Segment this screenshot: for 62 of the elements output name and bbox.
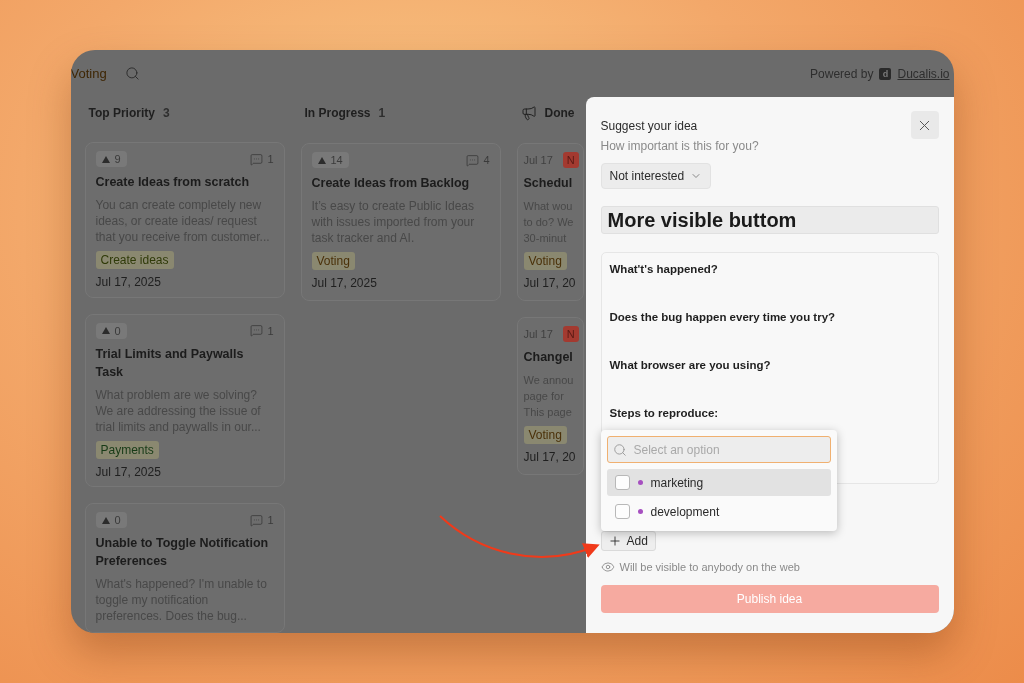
vote-count[interactable]: 14 [311, 152, 349, 168]
plus-icon [607, 534, 622, 548]
column-count: 3 [162, 105, 170, 120]
search-icon [612, 443, 627, 457]
tag-option[interactable]: marketing [606, 469, 831, 496]
search-icon[interactable] [124, 66, 140, 81]
card-tag: Voting [523, 426, 567, 444]
triangle-up-icon [101, 516, 110, 524]
importance-question: How important is this for you? [600, 139, 760, 153]
megaphone-icon [520, 105, 537, 121]
editor-heading: What browser are you using? [609, 358, 772, 373]
editor-heading: What't's happened? [609, 262, 719, 277]
column-title: Top Priority [88, 105, 155, 120]
vote-count[interactable]: 0 [95, 512, 127, 529]
card-date: Jul 17, 20 [523, 276, 577, 290]
title-field[interactable]: More visible buttom [600, 206, 939, 234]
powered-by-text: Powered by [810, 66, 874, 81]
card-title: Unable to Toggle Notification Preferences [95, 535, 270, 571]
editor-heading: Does the bug happen every time you try? [609, 310, 837, 325]
filter-label[interactable]: Voting [70, 66, 107, 81]
card-date: Jul 17, 2025 [95, 464, 162, 479]
vote-count[interactable]: 9 [95, 151, 127, 168]
card-title: Create Ideas from scratch [95, 174, 251, 192]
comment-icon [466, 153, 480, 167]
card-title: Trial Limits and Paywalls Task [95, 345, 245, 381]
card-date: Jul 17, 2025 [311, 276, 378, 290]
vote-count[interactable]: 0 [95, 322, 127, 339]
visibility-note: Will be visible to anybody on the web [619, 561, 800, 573]
card-title: Changel [523, 349, 574, 366]
comment-icon [250, 513, 264, 527]
column-title: In Progress [304, 106, 371, 120]
logo-icon: d [879, 67, 892, 80]
triangle-up-icon [317, 156, 326, 164]
option-search-field[interactable]: Select an option [606, 436, 831, 463]
triangle-up-icon [101, 156, 110, 163]
editor-heading: Steps to reproduce: [609, 406, 720, 421]
tag-option[interactable]: development [606, 498, 831, 525]
card-tag: Payments [95, 440, 159, 459]
comment-icon [250, 324, 264, 338]
importance-dropdown[interactable]: Not interested [600, 163, 712, 189]
publish-button[interactable]: Publish idea [600, 585, 939, 613]
card-title: Schedul [523, 175, 574, 192]
tag-option-label: development [650, 504, 720, 519]
new-badge: N [562, 326, 579, 342]
checkbox[interactable] [614, 475, 630, 490]
column-count: 1 [378, 106, 386, 120]
card-tag: Create ideas [95, 251, 174, 270]
panel-heading: Suggest your idea [600, 119, 698, 133]
card-title: Create Ideas from Backlog [311, 175, 471, 192]
add-tag-button[interactable]: Add [600, 531, 656, 551]
triangle-up-icon [101, 327, 110, 335]
new-badge: N [562, 152, 579, 168]
card-date: Jul 17, 20 [523, 450, 577, 464]
comment-icon [250, 153, 264, 166]
card-date: Jul 17, 2025 [95, 275, 162, 290]
card-tag: Voting [523, 252, 567, 270]
brand-link[interactable]: Ducalis.io [897, 66, 950, 81]
column-title: Done [544, 106, 575, 120]
eye-icon [600, 560, 615, 574]
card-tag: Voting [311, 252, 355, 270]
checkbox[interactable] [614, 504, 630, 519]
close-button[interactable] [910, 111, 939, 139]
